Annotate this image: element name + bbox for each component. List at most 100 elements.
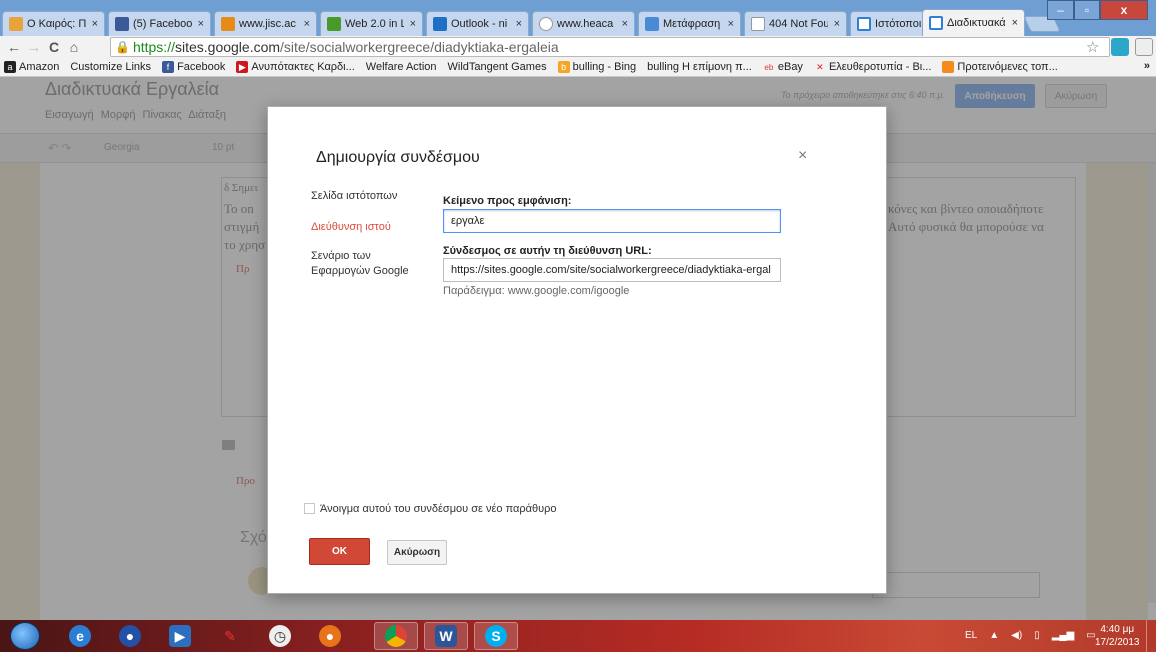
suggested-icon	[942, 61, 955, 73]
bookmark-label: eBay	[777, 61, 803, 73]
tab-translate[interactable]: Μετάφραση ×	[638, 11, 741, 36]
bookmark-customize-links[interactable]: Customize Links	[0, 61, 151, 147]
network-icon[interactable]: ▂▄▆	[1052, 630, 1074, 641]
ebay-icon: eb	[764, 62, 774, 72]
url-scheme: https://	[132, 39, 175, 55]
bookmark-wildtangent[interactable]: WildTangent Games	[0, 61, 547, 147]
tab-label: Web 2.0 in L	[345, 18, 404, 30]
back-button[interactable]: ←	[4, 37, 24, 57]
url-path: /site/socialworkergreece/diadyktiaka-erg…	[280, 39, 559, 55]
lock-icon: 🔒	[115, 40, 130, 54]
close-icon[interactable]: ×	[798, 147, 807, 165]
bookmark-bulling[interactable]: bulling Η επίμονη π...	[0, 61, 752, 147]
bookmark-label: Ελευθεροτυπία - Βι...	[828, 61, 932, 73]
reload-button[interactable]: C	[44, 37, 64, 57]
cancel-button[interactable]: Ακύρωση	[387, 540, 447, 565]
taskbar-word[interactable]: W	[424, 622, 468, 650]
taskbar-firefox[interactable]: ●	[308, 622, 352, 650]
tab-close-icon[interactable]: ×	[92, 18, 98, 30]
tab-jisc[interactable]: www.jisc.ac ×	[214, 11, 317, 36]
tab-facebook[interactable]: (5) Faceboo ×	[108, 11, 211, 36]
tab-web20[interactable]: Web 2.0 in L ×	[320, 11, 423, 36]
bookmark-label: Amazon	[19, 61, 60, 73]
tab-close-icon[interactable]: ×	[516, 18, 522, 30]
bookmark-facebook[interactable]: f Facebook	[162, 61, 225, 73]
tab-label: www.jisc.ac	[239, 18, 296, 30]
nav-web-address[interactable]: Διεύθυνση ιστού	[311, 220, 391, 235]
tab-label: Μετάφραση	[663, 18, 721, 30]
enet-icon: ✕	[816, 61, 824, 72]
start-button[interactable]	[10, 622, 40, 650]
forward-button[interactable]: →	[24, 37, 44, 57]
url-label: Σύνδεσμος σε αυτήν τη διεύθυνση URL:	[443, 245, 652, 257]
internet-explorer-icon: e	[69, 625, 91, 647]
amazon-icon: a	[4, 61, 16, 73]
new-window-checkbox[interactable]	[304, 503, 315, 514]
tab-active-diadiktiaka[interactable]: Διαδικτυακά ×	[922, 9, 1025, 36]
home-button[interactable]: ⌂	[64, 37, 84, 57]
bookmarks-more-button[interactable]: »	[1144, 60, 1150, 72]
text-to-display-input[interactable]	[443, 209, 781, 233]
taskbar-chrome[interactable]	[374, 622, 418, 650]
web20-favicon-icon	[327, 17, 341, 31]
tab-close-icon[interactable]: ×	[834, 18, 840, 30]
tab-close-icon[interactable]: ×	[304, 18, 310, 30]
tray-expand-icon[interactable]: ▲	[989, 630, 999, 641]
tab-weather[interactable]: Ο Καιρός: Π ×	[2, 11, 105, 36]
show-desktop-button[interactable]	[1146, 620, 1156, 652]
bing-icon: b	[557, 61, 570, 73]
bookmark-amazon[interactable]: a Amazon	[4, 61, 59, 73]
taskbar-clock[interactable]: ◷	[258, 622, 302, 650]
url-example: Παράδειγμα: www.google.com/igoogle	[443, 285, 630, 297]
system-tray: EL ▲ ◀) ▯ ▂▄▆ ▭	[965, 630, 1096, 641]
skype-extension-icon[interactable]	[1111, 38, 1129, 56]
maximize-button[interactable]: ▫	[1074, 0, 1100, 20]
nav-site-page[interactable]: Σελίδα ιστότοπων	[311, 189, 397, 204]
tab-close-icon[interactable]: ×	[410, 18, 416, 30]
date: 17/2/2013	[1095, 637, 1140, 648]
minimize-button[interactable]: –	[1047, 0, 1074, 20]
taskbar-ie[interactable]: e	[58, 622, 102, 650]
language-indicator[interactable]: EL	[965, 630, 977, 641]
bookmark-bing[interactable]: b bulling - Bing	[557, 61, 636, 73]
bookmark-ebay[interactable]: eb eBay	[763, 61, 803, 73]
url-input[interactable]	[443, 258, 781, 282]
volume-icon[interactable]: ◀)	[1011, 630, 1022, 641]
loading-favicon-icon	[539, 17, 553, 31]
battery-icon[interactable]: ▯	[1034, 630, 1040, 641]
bookmark-label: Προτεινόμενες τοπ...	[957, 61, 1058, 73]
taskbar-clock-display[interactable]: 4:40 μμ 17/2/2013	[1095, 623, 1140, 649]
outlook-favicon-icon	[433, 17, 447, 31]
jisc-favicon-icon	[221, 17, 235, 31]
taskbar-skype[interactable]: S	[474, 622, 518, 650]
tab-heaca[interactable]: www.heaca ×	[532, 11, 635, 36]
pin-icon: ✎	[224, 627, 236, 644]
bookmark-youtube[interactable]: ▶ Ανυπότακτες Καρδι...	[236, 61, 355, 73]
bookmark-suggested[interactable]: Προτεινόμενες τοπ...	[942, 61, 1058, 73]
tab-close-icon[interactable]: ×	[1012, 17, 1018, 29]
taskbar-pin[interactable]: ✎	[208, 622, 252, 650]
firefox-icon: ●	[319, 625, 341, 647]
people-icon: ●	[119, 625, 141, 647]
nav-apps-script[interactable]: Σενάριο των Εφαρμογών Google	[311, 249, 421, 279]
taskbar-people[interactable]: ●	[108, 622, 152, 650]
tab-outlook[interactable]: Outlook - ni ×	[426, 11, 529, 36]
address-bar[interactable]: 🔒 https:// sites.google.com /site/social…	[110, 37, 1110, 57]
tab-close-icon[interactable]: ×	[198, 18, 204, 30]
tab-close-icon[interactable]: ×	[622, 18, 628, 30]
bookmark-label: WildTangent Games	[447, 61, 547, 73]
menu-icon[interactable]	[1135, 38, 1153, 56]
bookmark-welfare-action[interactable]: Welfare Action	[0, 61, 437, 147]
tab-404[interactable]: 404 Not Fou ×	[744, 11, 847, 36]
bookmark-label: Facebook	[177, 61, 226, 73]
ok-button[interactable]: ΟΚ	[309, 538, 370, 565]
tab-label: Ο Καιρός: Π	[27, 18, 86, 30]
chrome-icon	[385, 625, 407, 647]
page-favicon-icon	[751, 17, 765, 31]
facebook-favicon-icon	[115, 17, 129, 31]
close-window-button[interactable]: x	[1100, 0, 1148, 20]
taskbar-media[interactable]: ▶	[158, 622, 202, 650]
bookmark-star-icon[interactable]: ☆	[1086, 38, 1099, 56]
bookmark-enet[interactable]: ✕ Ελευθεροτυπία - Βι...	[814, 61, 931, 73]
tab-close-icon[interactable]: ×	[728, 18, 734, 30]
